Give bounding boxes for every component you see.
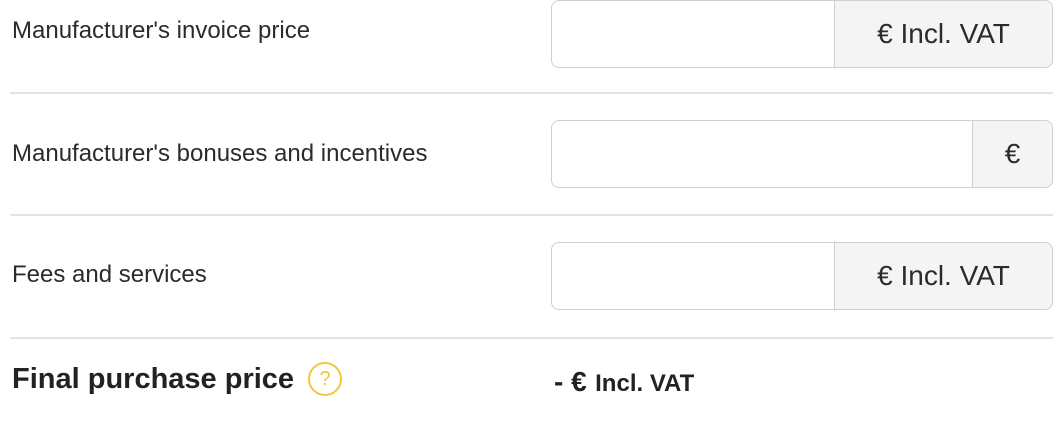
final-price-amount: - € [554,366,587,397]
invoice-price-row: Manufacturer's invoice price € Incl. VAT [0,0,1053,92]
fees-input[interactable] [552,243,834,309]
final-price-heading: Final purchase price ? [12,362,343,396]
divider [10,337,1053,339]
fees-field: € Incl. VAT [551,242,1053,310]
bonuses-field: € [551,120,1053,188]
purchase-price-form: Manufacturer's invoice price € Incl. VAT… [0,0,1053,425]
invoice-price-field: € Incl. VAT [551,0,1053,68]
bonuses-label: Manufacturer's bonuses and incentives [12,140,428,167]
final-price-unit: Incl. VAT [595,370,695,397]
final-price-label: Final purchase price [12,362,295,395]
final-price-value: - € Incl. VAT [554,366,694,398]
bonuses-input[interactable] [552,121,972,187]
invoice-price-input[interactable] [552,1,834,67]
invoice-price-unit: € Incl. VAT [834,1,1052,67]
question-circle-icon[interactable]: ? [308,362,343,396]
fees-label: Fees and services [12,261,207,288]
fees-unit: € Incl. VAT [834,243,1052,309]
invoice-price-label: Manufacturer's invoice price [12,17,311,44]
bonuses-unit: € [972,121,1052,187]
fees-row: Fees and services € Incl. VAT [0,215,1053,337]
bonuses-row: Manufacturer's bonuses and incentives € [0,93,1053,215]
